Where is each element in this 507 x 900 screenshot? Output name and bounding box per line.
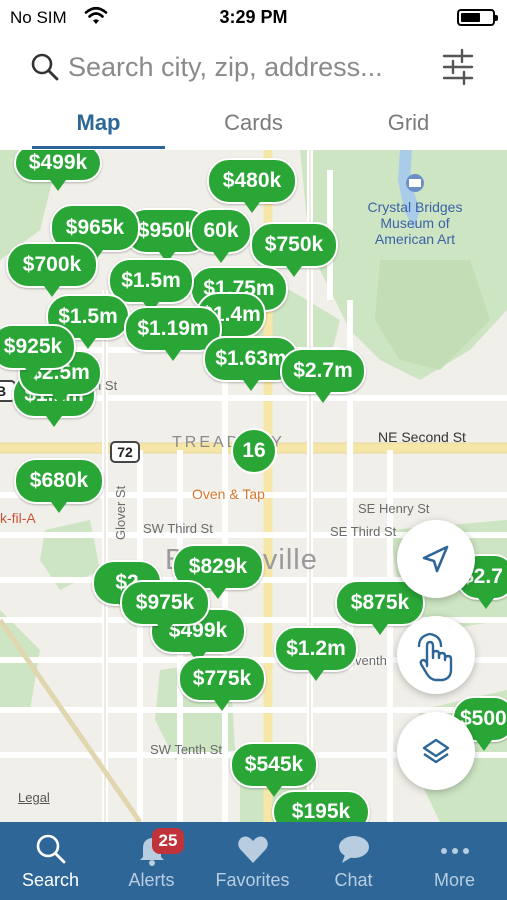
listing-pin[interactable]: $499k [14,150,102,191]
nav-more[interactable]: More [404,822,505,900]
listing-pin[interactable]: $480k [207,158,297,213]
street-label-se-henry: SE Henry St [358,501,430,516]
nav-alerts[interactable]: 25 Alerts [101,822,202,900]
nav-label: Alerts [128,870,175,890]
nav-label: Search [21,870,80,890]
alerts-badge: 25 [152,828,184,854]
street-label-sw-third: SW Third St [143,521,213,536]
filter-icon[interactable] [440,48,476,86]
battery-icon [457,9,498,26]
search-bar [0,40,507,96]
listing-pin[interactable]: $195k [272,790,370,822]
view-tabs: Map Cards Grid [0,104,507,150]
nav-label: More [433,870,475,890]
tab-cards[interactable]: Cards [187,110,320,136]
chat-icon [339,836,369,863]
nav-label: Favorites [215,870,290,890]
listing-pin[interactable]: $680k [14,458,104,513]
map-view[interactable]: Crystal Bridges Museum of American Art T… [0,150,507,822]
listing-pin[interactable]: $700k [6,242,98,297]
listing-pin[interactable]: $545k [230,742,318,797]
street-label-ne-second: NE Second St [378,429,466,445]
listing-pin[interactable]: $2.7m [280,348,366,403]
nav-chat[interactable]: Chat [303,822,404,900]
listing-pin[interactable]: $750k [250,222,338,277]
street-label-seventh: venth [355,653,387,668]
street-label-sw-tenth: SW Tenth St [150,742,223,757]
listing-pin[interactable]: $925k [0,324,76,379]
business-label-chickfila[interactable]: k-fil-A [0,510,36,526]
nav-label: Chat [334,870,373,890]
layers-icon [422,738,450,764]
search-icon [31,53,59,81]
hand-pointer-icon [417,632,453,682]
status-bar: No SIM 3:29 PM [0,0,507,34]
search-icon [36,834,66,864]
listing-pin[interactable]: $775k [178,656,266,711]
location-arrow-icon [422,545,449,573]
clock: 3:29 PM [219,7,288,27]
street-label-glover: Glover St [113,485,128,540]
listing-pin[interactable]: $975k [120,580,210,635]
street-label-se-third: SE Third St [330,524,397,539]
draw-search-button[interactable] [397,616,475,694]
locate-me-button[interactable] [397,520,475,598]
listing-pin[interactable]: $1.2m [274,626,358,681]
bottom-nav: Search 25 Alerts Favorites Chat More [0,822,507,900]
business-label-oven-tap[interactable]: Oven & Tap [192,486,265,502]
highway-72-shield: 72 [110,441,140,463]
tab-map[interactable]: Map [32,110,165,136]
map-layers-button[interactable] [397,712,475,790]
poi-museum-label[interactable]: Crystal Bridges Museum of American Art [352,199,478,247]
listing-pin[interactable]: 60k [190,208,252,263]
nav-search[interactable]: Search [0,822,101,900]
active-tab-indicator [32,146,165,149]
map-legal-link[interactable]: Legal [18,790,50,805]
heart-icon [238,836,268,863]
search-input[interactable] [68,48,428,86]
nav-favorites[interactable]: Favorites [202,822,303,900]
more-icon [441,848,469,854]
tab-grid[interactable]: Grid [342,110,475,136]
listing-cluster[interactable]: 16 [231,428,277,474]
